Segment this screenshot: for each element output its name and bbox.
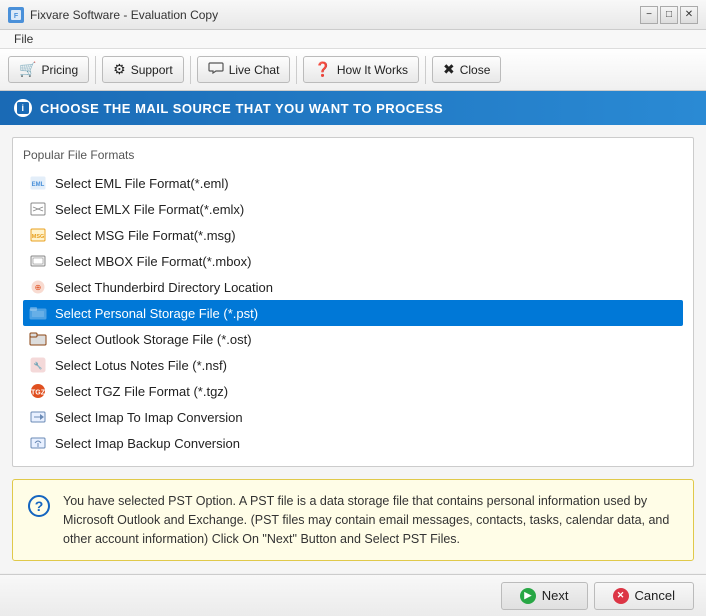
close-toolbar-button[interactable]: ✖ Close [432,56,501,83]
pricing-label: Pricing [41,63,78,77]
title-bar: F Fixvare Software - Evaluation Copy − □… [0,0,706,30]
msg-label: Select MSG File Format(*.msg) [55,228,236,243]
file-menu[interactable]: File [8,30,39,48]
section-header: i CHOOSE THE MAIL SOURCE THAT YOU WANT T… [0,91,706,125]
maximize-button[interactable]: □ [660,6,678,24]
app-icon: F [8,7,24,23]
support-label: Support [131,63,173,77]
toolbar: 🛒 Pricing ⚙ Support Live Chat ❓ How It W… [0,49,706,91]
imap-backup-label: Select Imap Backup Conversion [55,436,240,451]
livechat-icon [208,61,224,78]
support-button[interactable]: ⚙ Support [102,56,184,83]
info-icon: ? [27,494,51,524]
list-item[interactable]: Select MBOX File Format(*.mbox) [23,248,683,274]
emlx-label: Select EMLX File Format(*.emlx) [55,202,244,217]
list-item[interactable]: TGZ Select TGZ File Format (*.tgz) [23,378,683,404]
eml-icon: EML [29,175,47,191]
ost-icon [29,331,47,347]
howitworks-label: How It Works [337,63,408,77]
tgz-label: Select TGZ File Format (*.tgz) [55,384,228,399]
title-bar-left: F Fixvare Software - Evaluation Copy [8,7,218,23]
main-content: Popular File Formats EML Select EML File… [0,125,706,573]
cancel-label: Cancel [635,588,675,603]
toolbar-separator-2 [190,56,191,84]
imap-backup-icon [29,435,47,451]
svg-text:⊕: ⊕ [35,283,42,292]
svg-text:F: F [14,13,19,20]
next-label: Next [542,588,569,603]
eml-label: Select EML File Format(*.eml) [55,176,229,191]
mbox-label: Select MBOX File Format(*.mbox) [55,254,252,269]
formats-title: Popular File Formats [23,148,683,162]
list-item[interactable]: MSG Select MSG File Format(*.msg) [23,222,683,248]
section-header-icon: i [14,99,32,117]
toolbar-separator-4 [425,56,426,84]
footer: ▶ Next ✕ Cancel [0,574,706,616]
next-button[interactable]: ▶ Next [501,582,588,610]
tgz-icon: TGZ [29,383,47,399]
window-close-button[interactable]: ✕ [680,6,698,24]
pricing-button[interactable]: 🛒 Pricing [8,56,89,83]
pricing-icon: 🛒 [19,61,36,78]
window-title: Fixvare Software - Evaluation Copy [30,8,218,22]
livechat-button[interactable]: Live Chat [197,56,291,83]
emlx-icon [29,201,47,217]
lotus-icon: 🔧 [29,357,47,373]
list-item[interactable]: Select Imap Backup Conversion [23,430,683,456]
info-box: ? You have selected PST Option. A PST fi… [12,479,694,561]
imap-label: Select Imap To Imap Conversion [55,410,243,425]
svg-text:MSG: MSG [32,234,45,240]
list-item[interactable]: Select EMLX File Format(*.emlx) [23,196,683,222]
livechat-label: Live Chat [229,63,280,77]
formats-panel: Popular File Formats EML Select EML File… [12,137,694,467]
list-item[interactable]: Select Outlook Storage File (*.ost) [23,326,683,352]
svg-text:EML: EML [32,182,45,188]
pst-icon [29,305,47,321]
mbox-icon [29,253,47,269]
toolbar-separator-1 [95,56,96,84]
minimize-button[interactable]: − [640,6,658,24]
list-item[interactable]: Select Personal Storage File (*.pst) [23,300,683,326]
thunderbird-icon: ⊕ [29,279,47,295]
close-toolbar-icon: ✖ [443,61,455,78]
next-icon: ▶ [520,588,536,604]
list-item[interactable]: EML Select EML File Format(*.eml) [23,170,683,196]
close-toolbar-label: Close [460,63,491,77]
svg-text:?: ? [35,498,44,514]
svg-text:i: i [21,103,24,113]
lotus-label: Select Lotus Notes File (*.nsf) [55,358,227,373]
section-header-text: CHOOSE THE MAIL SOURCE THAT YOU WANT TO … [40,101,443,116]
cancel-icon: ✕ [613,588,629,604]
cancel-button[interactable]: ✕ Cancel [594,582,694,610]
ost-label: Select Outlook Storage File (*.ost) [55,332,252,347]
msg-icon: MSG [29,227,47,243]
toolbar-separator-3 [296,56,297,84]
menu-bar: File [0,30,706,49]
support-icon: ⚙ [113,61,126,78]
list-item[interactable]: 🔧 Select Lotus Notes File (*.nsf) [23,352,683,378]
list-item[interactable]: ⊕ Select Thunderbird Directory Location [23,274,683,300]
svg-text:🔧: 🔧 [34,361,43,370]
svg-text:TGZ: TGZ [31,390,46,397]
list-item[interactable]: Select Imap To Imap Conversion [23,404,683,430]
howitworks-icon: ❓ [314,61,331,78]
pst-label: Select Personal Storage File (*.pst) [55,306,258,321]
info-text: You have selected PST Option. A PST file… [63,492,679,548]
imap-icon [29,409,47,425]
howitworks-button[interactable]: ❓ How It Works [303,56,419,83]
thunderbird-label: Select Thunderbird Directory Location [55,280,273,295]
window-controls: − □ ✕ [640,6,698,24]
